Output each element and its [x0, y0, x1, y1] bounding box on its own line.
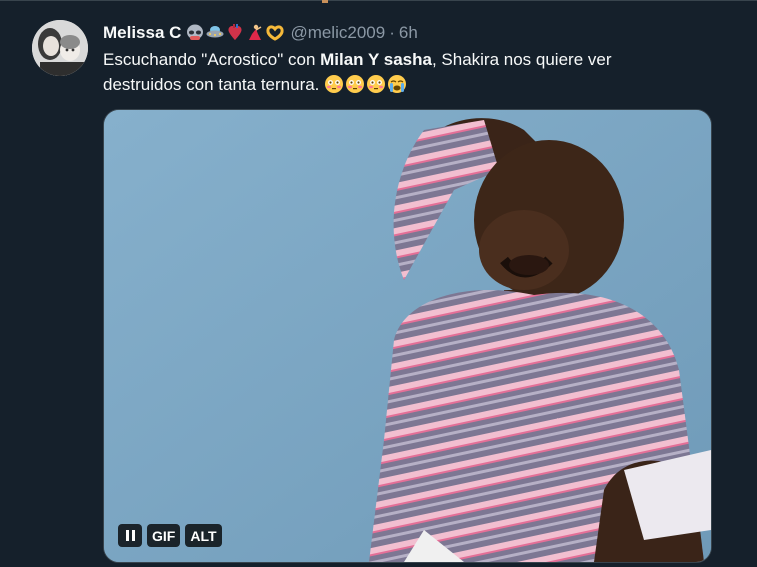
author-name[interactable]: Melissa C	[103, 23, 181, 43]
pause-button[interactable]	[118, 524, 142, 547]
avatar[interactable]	[32, 20, 88, 76]
tweet-text-bold: Milan Y sasha	[320, 50, 432, 69]
flushed-face-icon	[367, 75, 386, 93]
timestamp[interactable]: 6h	[399, 23, 418, 43]
alien-icon	[187, 24, 204, 40]
tweet-text: Escuchando "Acrostico" con Milan Y sasha…	[103, 47, 663, 97]
top-divider	[0, 0, 757, 1]
flushed-face-icon	[346, 75, 365, 93]
heart-hands-icon	[266, 25, 285, 41]
ufo-icon	[206, 26, 224, 38]
anatomical-heart-icon	[228, 24, 242, 40]
gif-frame	[104, 110, 711, 562]
top-indicator	[322, 0, 328, 3]
crying-face-icon	[388, 75, 407, 93]
alt-button[interactable]: ALT	[185, 524, 222, 547]
avatar-photo	[32, 20, 88, 76]
gif-badge: GIF	[147, 524, 181, 547]
author-handle[interactable]: @melic2009	[290, 23, 385, 43]
tweet-media-gif[interactable]	[103, 109, 712, 563]
separator-dot: ·	[389, 23, 395, 42]
pause-icon	[125, 530, 135, 541]
tweet-header: Melissa C @melic2009 · 6h	[103, 21, 418, 45]
tweet-text-part: Escuchando "Acrostico" con	[103, 50, 321, 69]
flushed-face-icon	[325, 75, 344, 93]
media-controls: GIF ALT	[118, 524, 222, 547]
dancer-icon	[249, 24, 262, 40]
name-emojis	[186, 24, 286, 42]
